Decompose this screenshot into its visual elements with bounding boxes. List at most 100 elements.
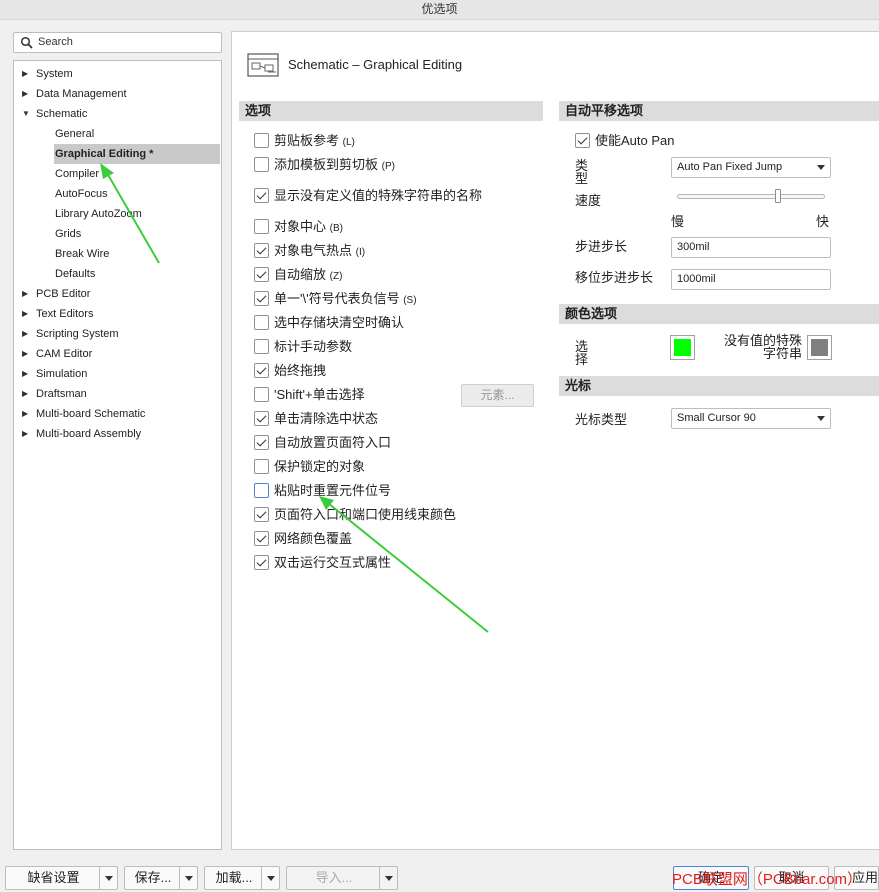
checkbox[interactable]	[254, 133, 269, 148]
checkbox[interactable]	[254, 291, 269, 306]
no-value-color-swatch[interactable]	[807, 335, 832, 360]
expand-arrow-icon[interactable]: ▶	[22, 424, 32, 444]
options-section-header: 选项	[239, 101, 543, 121]
button-label: 保存...	[134, 870, 172, 885]
expand-arrow-icon[interactable]: ▶	[22, 304, 32, 324]
import-button[interactable]: 导入...	[286, 866, 398, 890]
expand-arrow-icon[interactable]: ▶	[22, 384, 32, 404]
chevron-down-icon[interactable]	[379, 867, 397, 889]
autopan-type-label: 类型	[575, 158, 589, 186]
search-box[interactable]: Search	[13, 32, 222, 53]
slow-label: 慢	[671, 214, 685, 229]
search-input[interactable]: Search	[38, 36, 73, 48]
tree-item-label: Scripting System	[36, 328, 119, 340]
chevron-down-icon	[817, 165, 825, 170]
select-value: Auto Pan Fixed Jump	[677, 161, 783, 173]
tree-item-draftsman[interactable]: ▶ Draftsman	[14, 384, 221, 404]
button-label: 加载...	[215, 870, 253, 885]
checkbox[interactable]	[254, 483, 269, 498]
save-button[interactable]: 保存...	[124, 866, 198, 890]
checkbox[interactable]	[254, 157, 269, 172]
checkbox[interactable]	[254, 411, 269, 426]
cursor-section-header: 光标	[559, 376, 879, 396]
checkbox[interactable]	[254, 459, 269, 474]
tree-item-label: Data Management	[36, 88, 127, 100]
tree-item-cam-editor[interactable]: ▶ CAM Editor	[14, 344, 221, 364]
selection-color-swatch[interactable]	[670, 335, 695, 360]
tree-item-label: Multi-board Assembly	[36, 428, 142, 440]
option-label: 始终拖拽	[274, 363, 327, 378]
option-label: 单一'\'符号代表负信号	[274, 291, 400, 306]
slider-thumb[interactable]	[775, 189, 781, 203]
collapse-arrow-icon[interactable]: ▼	[22, 104, 32, 124]
defaults-button[interactable]: 缺省设置	[5, 866, 118, 890]
option-label: 页面符入口和端口使用线束颜色	[274, 507, 457, 522]
checkbox[interactable]	[254, 339, 269, 354]
option-hotkey: (S)	[403, 295, 417, 306]
option-label: 'Shift'+单击选择	[274, 387, 365, 402]
checkbox[interactable]	[254, 243, 269, 258]
expand-arrow-icon[interactable]: ▶	[22, 404, 32, 424]
checkbox[interactable]	[254, 219, 269, 234]
cursor-type-label: 光标类型	[575, 412, 628, 427]
tree-item-grids[interactable]: Grids	[55, 224, 81, 244]
expand-arrow-icon[interactable]: ▶	[22, 64, 32, 84]
window-title: 优选项	[0, 0, 879, 20]
chevron-down-icon[interactable]	[179, 867, 197, 889]
expand-arrow-icon[interactable]: ▶	[22, 364, 32, 384]
tree-item-break-wire[interactable]: Break Wire	[55, 244, 109, 264]
checkbox[interactable]	[254, 315, 269, 330]
tree-item-library-autozoom[interactable]: Library AutoZoom	[55, 204, 142, 224]
tree-item-general[interactable]: General	[55, 124, 94, 144]
checkbox[interactable]	[254, 267, 269, 282]
tree-item-text-editors[interactable]: ▶ Text Editors	[14, 304, 221, 324]
tree-item-pcb-editor[interactable]: ▶ PCB Editor	[14, 284, 221, 304]
autopan-section-header: 自动平移选项	[559, 101, 879, 121]
colors-section-header: 颜色选项	[559, 304, 879, 324]
checkbox[interactable]	[254, 555, 269, 570]
schematic-page-icon	[247, 53, 279, 77]
autopan-speed-slider[interactable]	[677, 194, 825, 199]
option-label: 标计手动参数	[274, 339, 353, 354]
selection-color-label: 选择	[575, 339, 589, 367]
tree-item-schematic[interactable]: ▼ Schematic	[14, 104, 221, 124]
cursor-type-select[interactable]: Small Cursor 90	[671, 408, 831, 429]
load-button[interactable]: 加载...	[204, 866, 280, 890]
tree-item-compiler[interactable]: Compiler	[55, 164, 99, 184]
tree-item-graphical-editing[interactable]: Graphical Editing *	[54, 144, 220, 164]
expand-arrow-icon[interactable]: ▶	[22, 84, 32, 104]
tree-item-simulation[interactable]: ▶ Simulation	[14, 364, 221, 384]
option-label: 粘贴时重置元件位号	[274, 483, 392, 498]
option-label: 自动缩放	[274, 267, 327, 282]
autopan-type-select[interactable]: Auto Pan Fixed Jump	[671, 157, 831, 178]
shift-step-size-input[interactable]: 1000mil	[671, 269, 831, 290]
tree-item-multi-board-schematic[interactable]: ▶ Multi-board Schematic	[14, 404, 221, 424]
checkbox[interactable]	[575, 133, 590, 148]
checkbox[interactable]	[254, 507, 269, 522]
checkbox[interactable]	[254, 531, 269, 546]
tree-item-multi-board-assembly[interactable]: ▶ Multi-board Assembly	[14, 424, 221, 444]
step-size-input[interactable]: 300mil	[671, 237, 831, 258]
tree-item-defaults[interactable]: Defaults	[55, 264, 95, 284]
checkbox[interactable]	[254, 387, 269, 402]
chevron-down-icon[interactable]	[261, 867, 279, 889]
option-label: 保护锁定的对象	[274, 459, 366, 474]
expand-arrow-icon[interactable]: ▶	[22, 344, 32, 364]
tree-item-system[interactable]: ▶ System	[14, 64, 221, 84]
checkbox[interactable]	[254, 435, 269, 450]
expand-arrow-icon[interactable]: ▶	[22, 284, 32, 304]
elements-button[interactable]: 元素...	[461, 384, 534, 407]
tree-item-data-management[interactable]: ▶ Data Management	[14, 84, 221, 104]
tree-item-label: Schematic	[36, 108, 88, 120]
watermark-text: PCB联盟网（PCBbar.com）	[672, 871, 863, 888]
color-fill	[811, 339, 828, 356]
checkbox[interactable]	[254, 188, 269, 203]
option-label: 网络颜色覆盖	[274, 531, 353, 546]
button-label: 导入...	[315, 870, 353, 885]
select-value: Small Cursor 90	[677, 412, 756, 424]
tree-item-autofocus[interactable]: AutoFocus	[55, 184, 108, 204]
chevron-down-icon[interactable]	[99, 867, 117, 889]
checkbox[interactable]	[254, 363, 269, 378]
expand-arrow-icon[interactable]: ▶	[22, 324, 32, 344]
tree-item-scripting-system[interactable]: ▶ Scripting System	[14, 324, 221, 344]
